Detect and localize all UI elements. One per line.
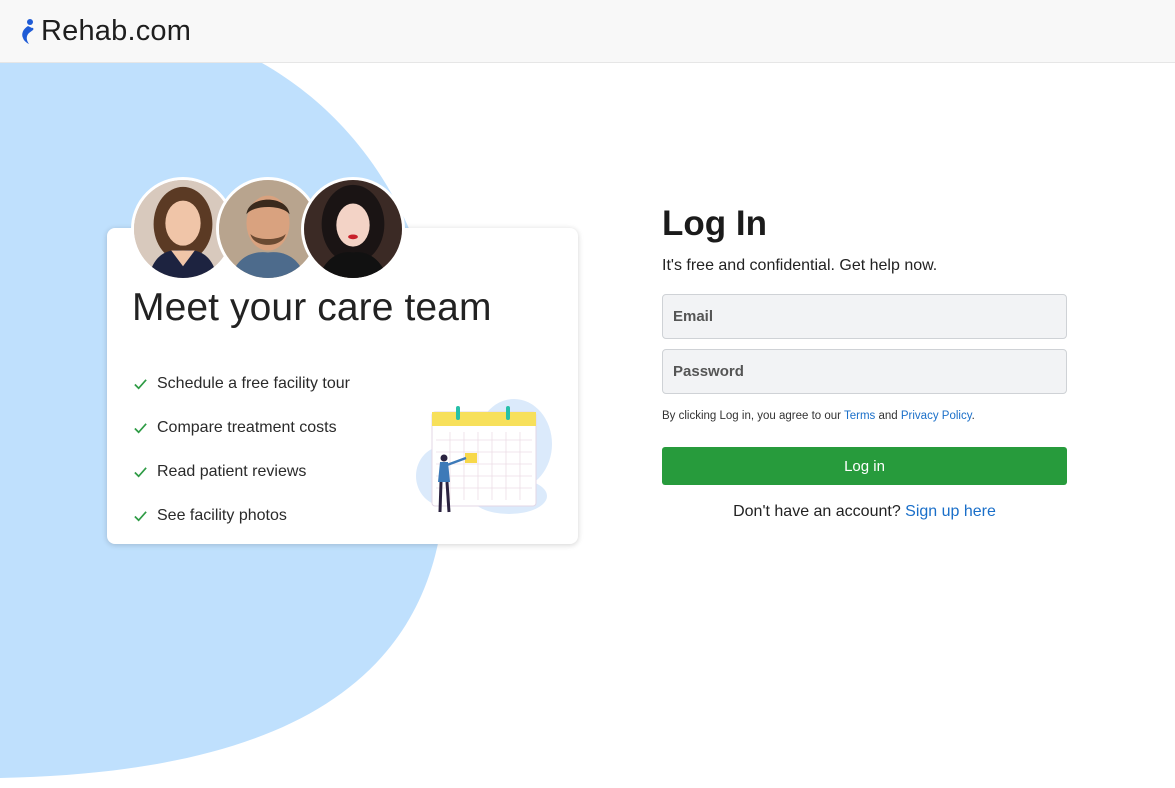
rehab-person-icon xyxy=(22,18,34,44)
check-icon xyxy=(134,422,147,433)
legal-suffix: . xyxy=(971,410,975,422)
calendar-illustration xyxy=(416,399,552,514)
feature-label: Schedule a free facility tour xyxy=(157,375,350,392)
list-item: Schedule a free facility tour xyxy=(133,362,350,406)
list-item: Compare treatment costs xyxy=(133,406,350,450)
email-field[interactable] xyxy=(662,294,1067,339)
rehab-logo[interactable]: Rehab.com xyxy=(17,15,191,48)
logo-text: Rehab.com xyxy=(41,15,192,47)
terms-link[interactable]: Terms xyxy=(844,410,875,422)
signup-prompt-text: Don't have an account? xyxy=(733,503,906,520)
list-item: Read patient reviews xyxy=(133,450,350,494)
feature-label: Read patient reviews xyxy=(157,463,307,480)
feature-list: Schedule a free facility tour Compare tr… xyxy=(133,362,350,538)
signup-link[interactable]: Sign up here xyxy=(905,503,996,520)
privacy-policy-link[interactable]: Privacy Policy xyxy=(901,410,972,422)
list-item: See facility photos xyxy=(133,494,350,538)
legal-and: and xyxy=(875,410,901,422)
login-subtitle: It's free and confidential. Get help now… xyxy=(662,257,938,274)
check-icon xyxy=(134,510,147,521)
top-header: Rehab.com xyxy=(0,0,1175,63)
login-button[interactable]: Log in xyxy=(662,447,1067,485)
feature-label: See facility photos xyxy=(157,507,287,524)
check-icon xyxy=(134,378,147,389)
password-field[interactable] xyxy=(662,349,1067,394)
check-icon xyxy=(134,466,147,477)
login-title: Log In xyxy=(662,204,767,243)
card-title: Meet your care team xyxy=(132,286,492,329)
signup-prompt: Don't have an account? Sign up here xyxy=(662,503,1067,521)
legal-prefix: By clicking Log in, you agree to our xyxy=(662,410,844,422)
avatar xyxy=(301,177,405,281)
feature-label: Compare treatment costs xyxy=(157,419,337,436)
legal-notice: By clicking Log in, you agree to our Ter… xyxy=(662,410,975,422)
